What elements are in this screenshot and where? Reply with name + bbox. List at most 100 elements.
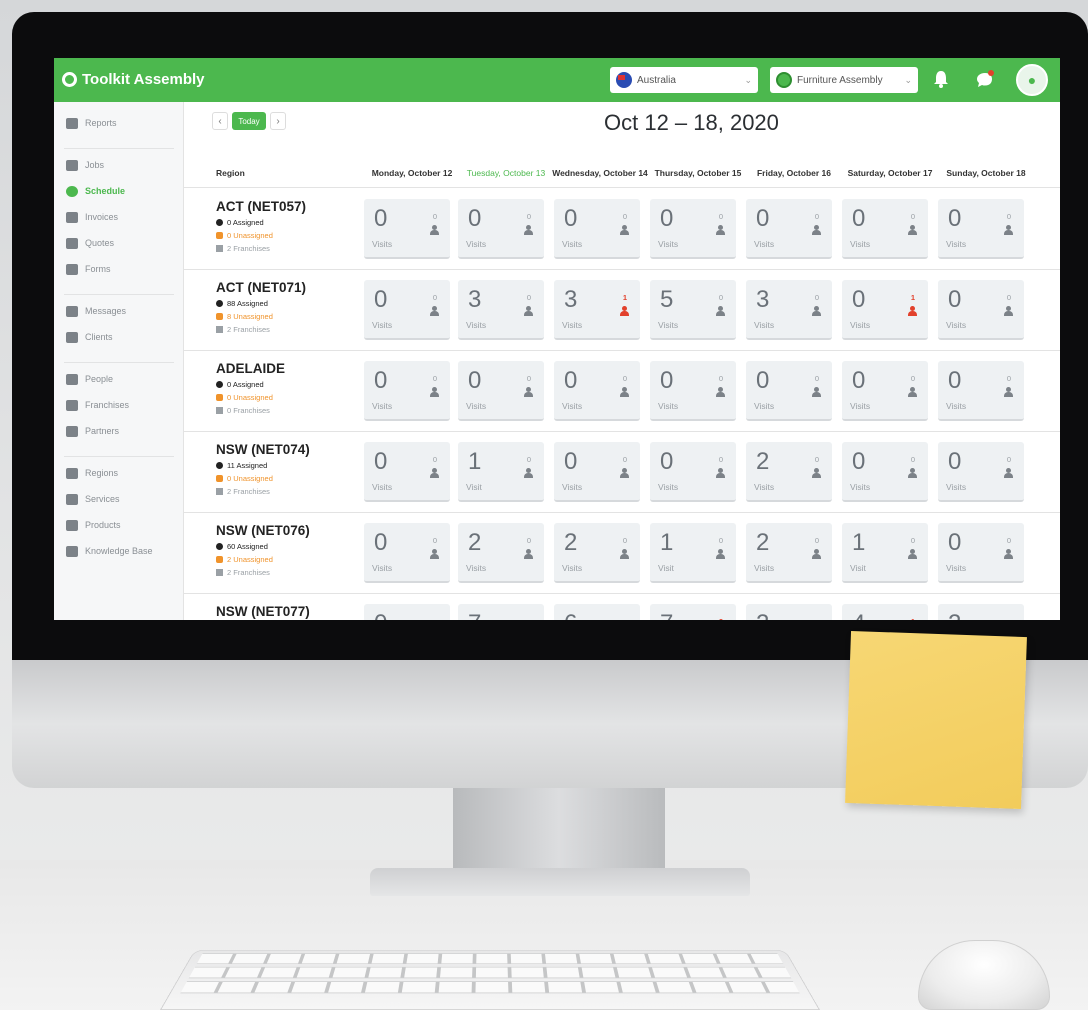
day-visits-card[interactable]: 0 Visits 0	[554, 199, 640, 259]
day-visits-card[interactable]: 0 Visits 0	[458, 361, 544, 421]
day-visits-card[interactable]: 0 Visits 0	[364, 280, 450, 340]
add-person-icon[interactable]	[811, 306, 823, 316]
add-person-icon[interactable]	[523, 225, 535, 235]
add-person-icon[interactable]	[619, 468, 631, 478]
day-visits-card[interactable]: 0 Visits 0	[364, 199, 450, 259]
day-visits-card[interactable]: 0 Visits 0	[938, 361, 1024, 421]
previous-week-button[interactable]: ‹	[212, 112, 228, 130]
add-person-icon[interactable]	[715, 468, 727, 478]
add-person-icon[interactable]	[907, 306, 919, 316]
day-visits-card[interactable]: 0 Visits 0	[364, 442, 450, 502]
region-name[interactable]: NSW (NET074)	[216, 442, 346, 457]
add-person-icon[interactable]	[523, 468, 535, 478]
day-visits-card[interactable]: 7	[458, 604, 544, 620]
sidebar-item-reports[interactable]: Reports	[54, 110, 117, 136]
region-name[interactable]: NSW (NET077)	[216, 604, 346, 619]
day-visits-card[interactable]: 0 Visits 0	[554, 361, 640, 421]
add-person-icon[interactable]	[1003, 387, 1015, 397]
add-person-icon[interactable]	[523, 549, 535, 559]
region-name[interactable]: NSW (NET076)	[216, 523, 346, 538]
add-person-icon[interactable]	[619, 387, 631, 397]
add-person-icon[interactable]	[715, 549, 727, 559]
add-person-icon[interactable]	[619, 306, 631, 316]
add-person-icon[interactable]	[811, 225, 823, 235]
day-visits-card[interactable]: 0 Visits 0	[458, 199, 544, 259]
day-visits-card[interactable]: 2	[938, 604, 1024, 620]
add-person-icon[interactable]	[429, 306, 441, 316]
day-visits-card[interactable]: 0	[364, 604, 450, 620]
add-person-icon[interactable]	[523, 387, 535, 397]
region-name[interactable]: ACT (NET057)	[216, 199, 346, 214]
add-person-icon[interactable]	[907, 549, 919, 559]
add-person-icon[interactable]	[429, 468, 441, 478]
day-visits-card[interactable]: 0 Visits 0	[554, 442, 640, 502]
day-visits-card[interactable]: 1 Visit 0	[842, 523, 928, 583]
day-visits-card[interactable]: 0 Visits 0	[842, 442, 928, 502]
day-visits-card[interactable]: 0 Visits 0	[938, 523, 1024, 583]
add-person-icon[interactable]	[619, 549, 631, 559]
day-visits-card[interactable]: 3 Visits 1	[554, 280, 640, 340]
sidebar-item-messages[interactable]: Messages	[54, 298, 126, 324]
day-visits-card[interactable]: 0 Visits 0	[650, 442, 736, 502]
day-visits-card[interactable]: 1 Visit 0	[458, 442, 544, 502]
add-person-icon[interactable]	[715, 306, 727, 316]
day-visits-card[interactable]: 41	[842, 604, 928, 620]
day-visits-card[interactable]: 0 Visits 0	[938, 199, 1024, 259]
add-person-icon[interactable]	[429, 387, 441, 397]
day-visits-card[interactable]: 2 Visits 0	[746, 442, 832, 502]
company-select[interactable]: Furniture Assembly ⌄	[770, 67, 918, 93]
day-visits-card[interactable]: 0 Visits 0	[842, 361, 928, 421]
day-visits-card[interactable]: 6	[554, 604, 640, 620]
country-select[interactable]: Australia ⌄	[610, 67, 758, 93]
day-visits-card[interactable]: 2 Visits 0	[554, 523, 640, 583]
day-visits-card[interactable]: 2 Visits 0	[458, 523, 544, 583]
next-week-button[interactable]: ›	[270, 112, 286, 130]
sidebar-item-people[interactable]: People	[54, 366, 113, 392]
add-person-icon[interactable]	[1003, 468, 1015, 478]
day-visits-card[interactable]: 5 Visits 0	[650, 280, 736, 340]
day-visits-card[interactable]: 0 Visits 0	[938, 442, 1024, 502]
day-visits-card[interactable]: 0 Visits 0	[746, 199, 832, 259]
sidebar-item-clients[interactable]: Clients	[54, 324, 113, 350]
day-visits-card[interactable]: 0 Visits 0	[842, 199, 928, 259]
sidebar-item-schedule[interactable]: Schedule	[54, 178, 125, 204]
add-person-icon[interactable]	[429, 549, 441, 559]
day-visits-card[interactable]: 2	[746, 604, 832, 620]
sidebar-item-knowledge-base[interactable]: Knowledge Base	[54, 538, 153, 564]
sidebar-item-services[interactable]: Services	[54, 486, 120, 512]
chat-icon[interactable]	[976, 70, 994, 88]
day-visits-card[interactable]: 3 Visits 0	[746, 280, 832, 340]
add-person-icon[interactable]	[811, 387, 823, 397]
day-visits-card[interactable]: 1 Visit 0	[650, 523, 736, 583]
add-person-icon[interactable]	[811, 549, 823, 559]
add-person-icon[interactable]	[715, 387, 727, 397]
add-person-icon[interactable]	[907, 387, 919, 397]
day-visits-card[interactable]: 72	[650, 604, 736, 620]
add-person-icon[interactable]	[1003, 306, 1015, 316]
sidebar-item-franchises[interactable]: Franchises	[54, 392, 129, 418]
day-visits-card[interactable]: 0 Visits 0	[938, 280, 1024, 340]
sidebar-item-jobs[interactable]: Jobs	[54, 152, 104, 178]
add-person-icon[interactable]	[523, 306, 535, 316]
today-button[interactable]: Today	[232, 112, 266, 130]
sidebar-item-quotes[interactable]: Quotes	[54, 230, 114, 256]
add-person-icon[interactable]	[1003, 225, 1015, 235]
day-visits-card[interactable]: 0 Visits 0	[746, 361, 832, 421]
add-person-icon[interactable]	[811, 468, 823, 478]
avatar[interactable]: ●	[1016, 64, 1048, 96]
add-person-icon[interactable]	[1003, 549, 1015, 559]
sidebar-item-partners[interactable]: Partners	[54, 418, 119, 444]
bell-icon[interactable]	[934, 70, 948, 88]
sidebar-item-products[interactable]: Products	[54, 512, 121, 538]
add-person-icon[interactable]	[429, 225, 441, 235]
day-visits-card[interactable]: 0 Visits 0	[650, 361, 736, 421]
add-person-icon[interactable]	[907, 468, 919, 478]
day-visits-card[interactable]: 0 Visits 0	[650, 199, 736, 259]
region-name[interactable]: ACT (NET071)	[216, 280, 346, 295]
day-visits-card[interactable]: 0 Visits 0	[364, 523, 450, 583]
region-name[interactable]: ADELAIDE	[216, 361, 346, 376]
day-visits-card[interactable]: 3 Visits 0	[458, 280, 544, 340]
sidebar-item-invoices[interactable]: Invoices	[54, 204, 118, 230]
add-person-icon[interactable]	[619, 225, 631, 235]
sidebar-item-regions[interactable]: Regions	[54, 460, 118, 486]
